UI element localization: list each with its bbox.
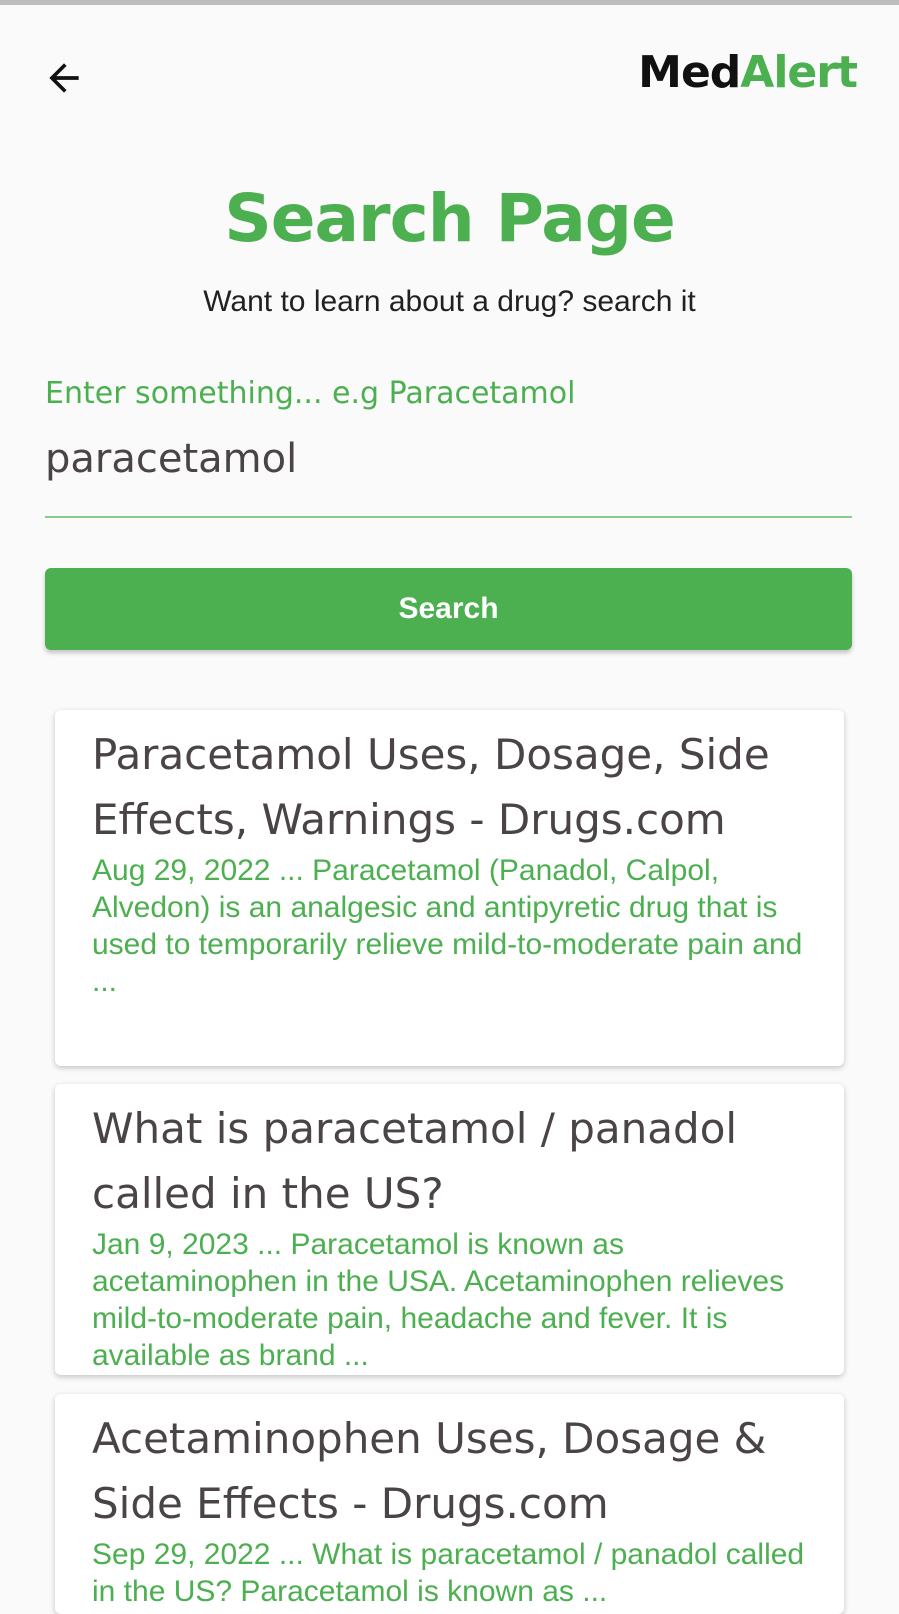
back-button[interactable] <box>36 50 92 106</box>
search-field-label: Enter something... e.g Paracetamol <box>45 376 576 411</box>
brand-text-alert: Alert <box>740 47 858 98</box>
result-snippet: Jan 9, 2023 ... Paracetamol is known as … <box>92 1228 785 1372</box>
search-field: Enter something... e.g Paracetamol <box>45 370 852 518</box>
app-bar: MedAlert <box>0 5 899 145</box>
result-card[interactable]: What is paracetamol / panadol called in … <box>55 1084 844 1375</box>
result-card[interactable]: Paracetamol Uses, Dosage, Side Effects, … <box>55 710 844 1066</box>
result-card[interactable]: Acetaminophen Uses, Dosage & Side Effect… <box>55 1394 844 1614</box>
result-title: Acetaminophen Uses, Dosage & Side Effect… <box>92 1414 767 1528</box>
brand-logo: MedAlert <box>638 47 858 98</box>
search-field-underline <box>45 516 852 518</box>
result-title: Paracetamol Uses, Dosage, Side Effects, … <box>92 730 770 844</box>
result-title: What is paracetamol / panadol called in … <box>92 1104 738 1218</box>
search-button[interactable]: Search <box>45 568 852 650</box>
page-subtitle: Want to learn about a drug? search it <box>203 285 696 318</box>
arrow-left-icon <box>49 63 79 93</box>
search-input[interactable] <box>45 432 852 486</box>
brand-text-med: Med <box>638 47 741 98</box>
page-title: Search Page <box>224 180 676 257</box>
result-snippet: Sep 29, 2022 ... What is paracetamol / p… <box>92 1538 805 1608</box>
result-snippet: Aug 29, 2022 ... Paracetamol (Panadol, C… <box>92 854 803 998</box>
